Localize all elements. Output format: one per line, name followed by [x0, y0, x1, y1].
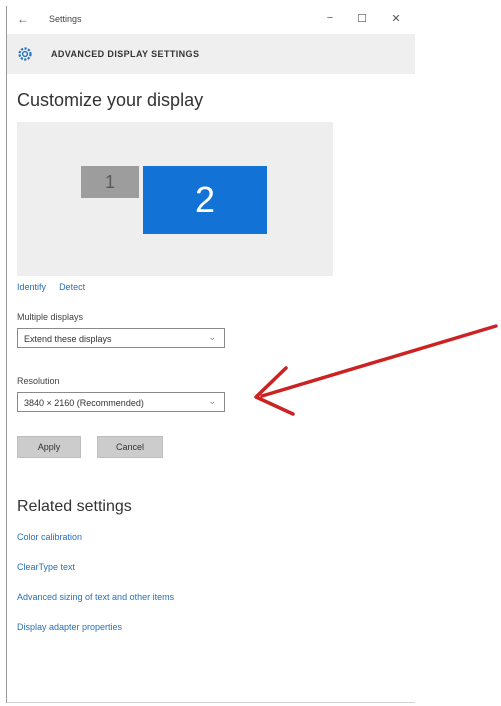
annotation-arrow [254, 324, 498, 416]
